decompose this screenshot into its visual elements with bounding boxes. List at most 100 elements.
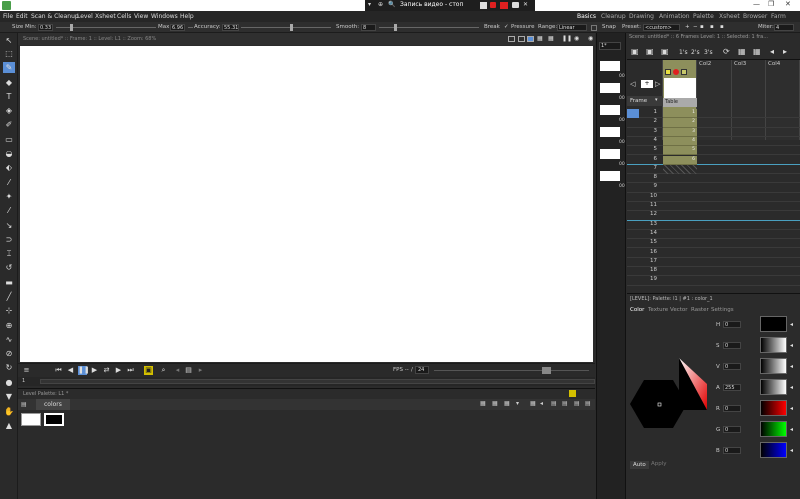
- expand-icon[interactable]: ▷: [655, 80, 660, 88]
- accuracy-knob[interactable]: [290, 24, 293, 31]
- reframe-icon[interactable]: ⟳: [723, 47, 730, 56]
- first-frame-icon[interactable]: ⏮: [54, 366, 63, 375]
- play-icon[interactable]: ▶: [90, 366, 99, 375]
- preset-select[interactable]: <custom>: [643, 24, 680, 31]
- minimize-icon[interactable]: —: [753, 0, 760, 8]
- channel-h-field[interactable]: 0: [723, 321, 741, 328]
- range-select[interactable]: Linear: [557, 24, 587, 31]
- xsheet-row[interactable]: 3: [627, 128, 800, 137]
- rotate-tool-icon[interactable]: ↻: [3, 362, 15, 373]
- control-point-editor-icon[interactable]: ✦: [3, 191, 15, 202]
- new-vector-icon[interactable]: ▣: [661, 47, 669, 56]
- channel-v-arrow-icon[interactable]: ◂: [790, 363, 793, 370]
- room-animation[interactable]: Animation: [659, 13, 690, 20]
- remove-preset-icon[interactable]: −: [693, 24, 698, 30]
- xsheet-row[interactable]: 18: [627, 267, 800, 277]
- new-style-icon[interactable]: ▦: [480, 400, 486, 407]
- level-thumb-4[interactable]: [600, 127, 620, 137]
- loop-icon[interactable]: ⇄: [102, 366, 111, 375]
- xsheet-cell[interactable]: 1: [663, 109, 697, 119]
- plastic-tool-icon[interactable]: ∿: [3, 334, 15, 345]
- size-min-field[interactable]: 0.33: [38, 24, 53, 31]
- hook-tool-icon[interactable]: ⊕: [3, 320, 15, 331]
- xsheet-row[interactable]: 1: [627, 109, 800, 119]
- rgb-picker-tool-icon[interactable]: ⁄: [3, 177, 15, 188]
- channel-s-slider[interactable]: [760, 337, 787, 353]
- smooth-field[interactable]: 8: [361, 24, 376, 31]
- pump-tool-icon[interactable]: ↘: [3, 220, 15, 231]
- insert-icon[interactable]: ▦: [738, 47, 746, 56]
- style-list-icon[interactable]: ▤: [551, 400, 557, 407]
- channel-b-slider[interactable]: [760, 442, 787, 458]
- xsheet-cell[interactable]: 2: [663, 118, 697, 128]
- channel-g-arrow-icon[interactable]: ◂: [790, 426, 793, 433]
- tape-tool-icon[interactable]: ◒: [3, 148, 15, 159]
- pegbar-table[interactable]: Table: [663, 98, 697, 107]
- xsheet-row[interactable]: 15: [627, 239, 800, 249]
- tab-texture[interactable]: Texture: [648, 307, 668, 313]
- channel-g-slider[interactable]: [760, 421, 787, 437]
- channel-h-slider[interactable]: [760, 316, 787, 332]
- level-thumb-5[interactable]: [600, 149, 620, 159]
- channel-b-arrow-icon[interactable]: ◂: [790, 447, 793, 454]
- room-xsheet[interactable]: Xsheet: [719, 13, 740, 20]
- tab-vector[interactable]: Vector: [670, 307, 688, 313]
- new-page-icon[interactable]: ▦: [492, 400, 498, 407]
- pinch-tool-icon[interactable]: ⁄: [3, 205, 15, 216]
- camera-column-icon[interactable]: +: [641, 80, 653, 88]
- channel-a-field[interactable]: 255: [723, 384, 741, 391]
- xsheet-row[interactable]: 12: [627, 211, 800, 221]
- xsheet-row[interactable]: 13: [627, 221, 800, 230]
- level-thumb-3[interactable]: [600, 105, 620, 115]
- channel-v-slider[interactable]: [760, 358, 787, 374]
- channel-a-arrow-icon[interactable]: ◂: [790, 384, 793, 391]
- apply-button[interactable]: Apply: [651, 461, 667, 467]
- xsheet-row[interactable]: 8: [627, 174, 800, 184]
- snap-checkbox[interactable]: [591, 25, 597, 31]
- room-cleanup[interactable]: Cleanup: [601, 13, 626, 20]
- restore-icon[interactable]: ❐: [768, 0, 774, 8]
- channel-g-field[interactable]: 0: [723, 426, 741, 433]
- auto-button[interactable]: Auto: [630, 461, 649, 469]
- tracker-tool-icon[interactable]: ⊹: [3, 305, 15, 316]
- geometric-tool-icon[interactable]: ◆: [3, 77, 15, 88]
- lock-column-icon[interactable]: [681, 69, 687, 75]
- add-preset-icon[interactable]: +: [685, 24, 690, 30]
- palette-options-icon[interactable]: ▾: [516, 400, 519, 407]
- frame-slider[interactable]: [40, 379, 595, 384]
- current-frame-marker[interactable]: [627, 109, 639, 118]
- step-2s[interactable]: 2's: [691, 49, 700, 56]
- xsheet-row[interactable]: 6: [627, 156, 800, 165]
- menu-file[interactable]: File: [3, 13, 13, 20]
- max-slider[interactable]: [188, 27, 193, 28]
- skeleton-tool-icon[interactable]: ╱: [3, 291, 15, 302]
- miter-icon[interactable]: ▪: [720, 24, 724, 30]
- room-palette[interactable]: Palette: [693, 13, 714, 20]
- lock-icon[interactable]: [569, 390, 576, 397]
- room-basics[interactable]: Basics: [577, 13, 596, 20]
- xsheet-cell[interactable]: 4: [663, 136, 697, 147]
- room-drawing[interactable]: Drawing: [629, 13, 654, 20]
- fps-field[interactable]: 24: [415, 366, 429, 374]
- more-tools-icon[interactable]: ▲: [3, 420, 15, 431]
- prev-icon[interactable]: ◂: [173, 366, 182, 375]
- level-thumb-1[interactable]: [600, 61, 620, 71]
- style-picker-tool-icon[interactable]: ⬖: [3, 162, 15, 173]
- record-icon[interactable]: [490, 2, 496, 8]
- xsheet-cell[interactable]: 5: [663, 146, 697, 156]
- smooth-knob[interactable]: [394, 24, 397, 31]
- menu-xsheet[interactable]: Xsheet: [95, 13, 116, 20]
- bender-tool-icon[interactable]: ⌶: [3, 248, 15, 259]
- channel-h-arrow-icon[interactable]: ◂: [790, 321, 793, 328]
- stop-icon[interactable]: [500, 2, 508, 9]
- menu-level[interactable]: Level: [77, 13, 93, 20]
- pause-playback-icon[interactable]: ❚❚: [78, 366, 90, 375]
- type-tool-icon[interactable]: T: [3, 91, 15, 102]
- frame-selector[interactable]: Frame ▾: [627, 96, 663, 106]
- freeze-icon[interactable]: ▦: [537, 35, 543, 42]
- miter-field[interactable]: 4: [774, 24, 794, 31]
- zoom-icon[interactable]: 🔍: [388, 1, 395, 8]
- ruler-tool-icon[interactable]: ✋: [3, 406, 15, 417]
- film-icon[interactable]: ▤: [184, 366, 193, 375]
- accuracy-field[interactable]: 55.31: [222, 24, 239, 31]
